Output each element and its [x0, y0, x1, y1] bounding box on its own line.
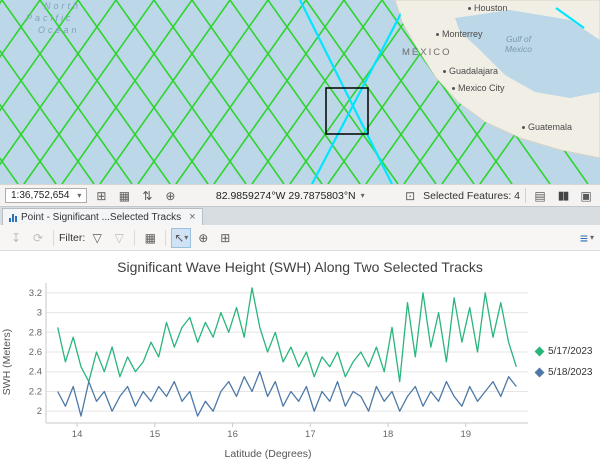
refresh-icon[interactable]: ⟳: [28, 228, 48, 248]
filter-by-selection-icon[interactable]: ▽: [109, 228, 129, 248]
zoom-tool-icon[interactable]: ⊕: [161, 187, 179, 205]
tab-title: Point - Significant ...Selected Tracks: [21, 211, 182, 223]
coordinates-display[interactable]: 82.9859274°W 29.7875803°N ▾: [216, 190, 365, 202]
chart-plot-area[interactable]: 2 2.2 2.4 2.6 2.8 3 3.2 14 15 16 17 18 19: [16, 277, 536, 447]
legend-item-series2[interactable]: 5/18/2023: [534, 367, 598, 378]
attribute-table-icon[interactable]: ▤: [531, 187, 549, 205]
svg-text:18: 18: [383, 429, 394, 440]
view-tab-bar: Point - Significant ...Selected Tracks ×: [0, 206, 600, 225]
svg-text:3.2: 3.2: [29, 288, 42, 299]
map-canvas: [0, 0, 600, 184]
lock-icon[interactable]: ▣: [577, 187, 595, 205]
selected-features-button[interactable]: ⊡ Selected Features: 4: [401, 187, 520, 205]
chart-toolbar: ↧ ⟳ Filter: ▽ ▽ ▦ ↖ ▾ ⊕ ⊞ ≡ ▾: [0, 225, 600, 251]
list-icon: ≡: [579, 229, 588, 246]
chevron-down-icon: ▾: [77, 191, 82, 200]
chart-title: Significant Wave Height (SWH) Along Two …: [117, 259, 483, 275]
ocean-label-line3: Ocean: [38, 25, 80, 35]
legend-label: 5/18/2023: [548, 367, 593, 378]
full-extent-icon[interactable]: ⊞: [92, 187, 110, 205]
map-view[interactable]: North Pacific Ocean Gulf of Mexico Housto…: [0, 0, 600, 184]
svg-text:19: 19: [461, 429, 472, 440]
svg-text:17: 17: [305, 429, 316, 440]
selection-icon: ⊡: [405, 188, 416, 203]
x-axis-title: Latitude (Degrees): [224, 448, 312, 460]
svg-text:2: 2: [37, 406, 42, 417]
y-axis-title: SWH (Meters): [1, 328, 13, 396]
svg-text:2.6: 2.6: [29, 347, 42, 358]
coordinates-value: 82.9859274°W 29.7875803°N: [215, 189, 356, 202]
chart-legend: 5/17/2023 5/18/2023: [534, 277, 598, 447]
legend-item-series1[interactable]: 5/17/2023: [534, 346, 598, 357]
legend-swatch-diamond: [534, 367, 545, 378]
tab-close-icon[interactable]: ×: [189, 211, 195, 223]
map-scale-select[interactable]: 1:36,752,654 ▾: [5, 188, 88, 203]
divider: [165, 229, 167, 246]
pause-drawing-icon[interactable]: ▮▮: [554, 187, 572, 205]
svg-text:2.4: 2.4: [29, 367, 42, 378]
legend-swatch-diamond: [534, 346, 545, 357]
chart-panel: Significant Wave Height (SWH) Along Two …: [0, 251, 600, 473]
export-chart-icon[interactable]: ↧: [6, 228, 26, 248]
svg-text:2.2: 2.2: [29, 386, 42, 397]
divider: [525, 188, 527, 203]
tab-chart-view[interactable]: Point - Significant ...Selected Tracks ×: [2, 208, 203, 225]
zoom-in-icon[interactable]: ⊕: [193, 228, 213, 248]
map-label-mexico-country: MÉXICO: [402, 47, 452, 58]
fixed-zoom-icon[interactable]: ⊞: [215, 228, 235, 248]
filter-by-extent-icon[interactable]: ▽: [87, 228, 107, 248]
svg-text:3: 3: [37, 308, 42, 319]
divider: [53, 229, 54, 246]
select-tool-icon[interactable]: ↖ ▾: [171, 227, 192, 248]
gulf-of-mexico-label: Gulf of Mexico: [505, 34, 532, 54]
chevron-down-icon: ▾: [184, 233, 189, 242]
map-status-bar: 1:36,752,654 ▾ ⊞ ▦ ⇅ ⊕ 82.9859274°W 29.7…: [0, 184, 600, 206]
divider: [134, 229, 136, 246]
chevron-down-icon: ▾: [360, 191, 365, 200]
ocean-label-line2: Pacific: [26, 13, 74, 23]
svg-text:16: 16: [227, 429, 238, 440]
filter-label: Filter:: [59, 231, 86, 244]
chart-icon: [9, 213, 17, 222]
chart-properties-icon[interactable]: ≡ ▾: [580, 230, 594, 246]
grid-icon[interactable]: ▦: [115, 187, 133, 205]
app-window: North Pacific Ocean Gulf of Mexico Housto…: [0, 0, 600, 473]
selected-features-count: Selected Features: 4: [423, 189, 521, 202]
pointer-icon: ↖: [174, 230, 185, 245]
legend-label: 5/17/2023: [548, 346, 593, 357]
swap-view-icon[interactable]: ⇅: [138, 187, 156, 205]
map-scale-value: 1:36,752,654: [11, 190, 70, 201]
svg-text:15: 15: [150, 429, 161, 440]
chevron-down-icon: ▾: [589, 233, 594, 242]
ocean-label-line1: North: [44, 1, 82, 11]
svg-text:14: 14: [72, 429, 83, 440]
svg-text:2.8: 2.8: [29, 327, 42, 338]
data-table-icon[interactable]: ▦: [140, 228, 160, 248]
